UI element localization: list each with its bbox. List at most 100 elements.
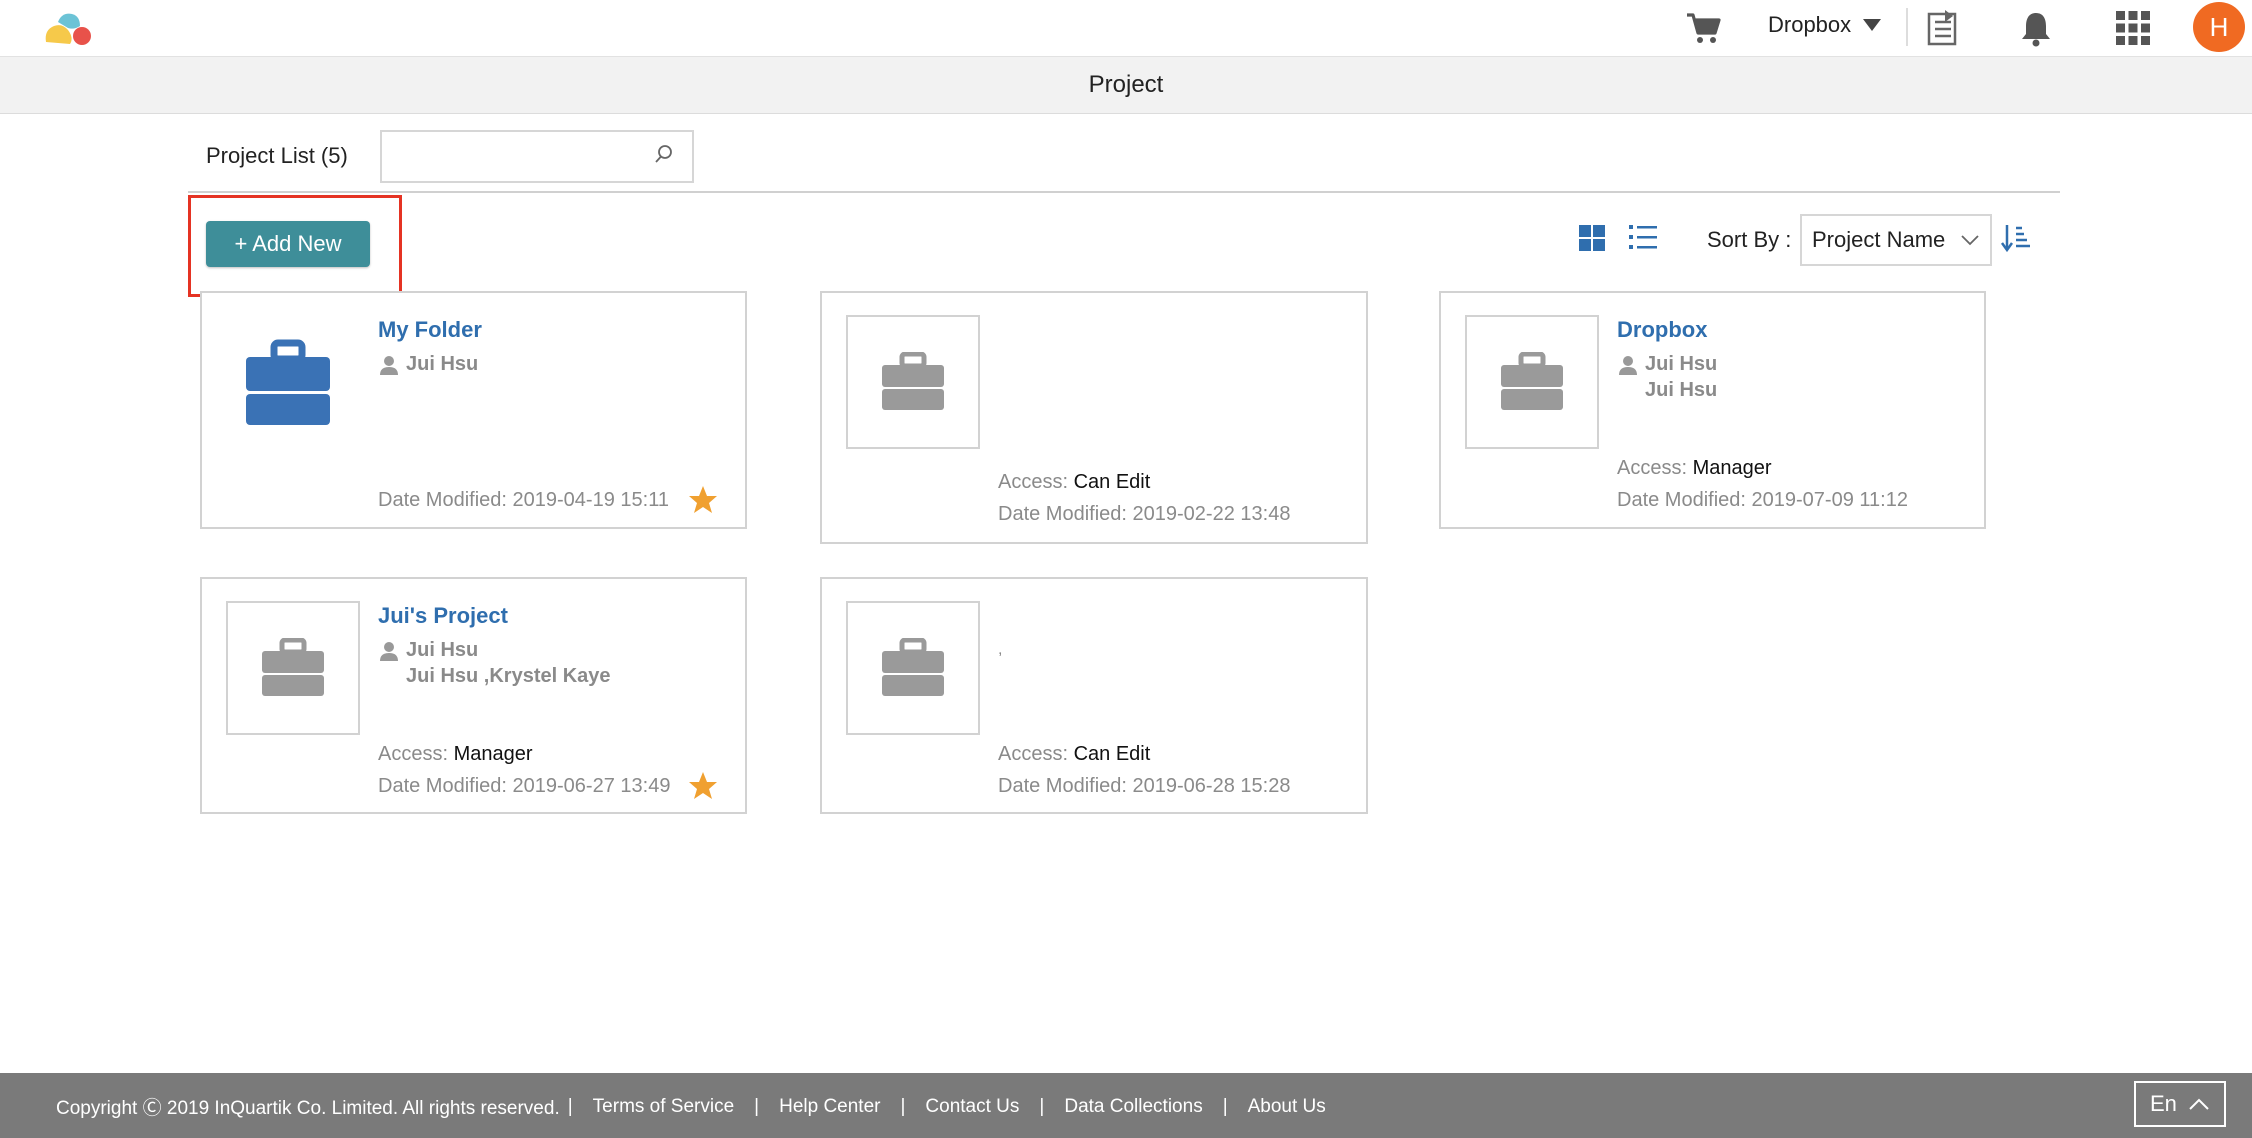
- user-icon: [380, 355, 398, 375]
- search-icon[interactable]: [652, 143, 676, 167]
- storage-selector[interactable]: Dropbox: [1768, 10, 1882, 40]
- project-title[interactable]: Dropbox: [1617, 317, 1707, 343]
- date-label: Date Modified:: [1617, 489, 1746, 511]
- footer-link-about[interactable]: About Us: [1248, 1096, 1326, 1118]
- cart-icon[interactable]: [1683, 8, 1723, 48]
- date-label: Date Modified:: [998, 503, 1127, 525]
- project-access: Access: Can Edit: [998, 743, 1150, 766]
- chevron-down-icon: [1961, 235, 1979, 246]
- annotation-highlight-box: [188, 195, 402, 297]
- project-thumbnail: [846, 601, 980, 735]
- sort-order-icon[interactable]: [2000, 222, 2032, 254]
- footer-link-data-collections[interactable]: Data Collections: [1064, 1096, 1202, 1118]
- storage-selector-label: Dropbox: [1768, 12, 1852, 37]
- footer-separator: |: [1039, 1095, 1045, 1117]
- project-members: Jui Hsu: [1645, 379, 1718, 401]
- access-value: Can Edit: [1073, 743, 1151, 765]
- owner-name: Jui Hsu: [1645, 353, 1718, 375]
- briefcase-icon: [1501, 352, 1563, 410]
- date-value: 2019-07-09 11:12: [1751, 489, 1908, 511]
- briefcase-icon: [882, 352, 944, 410]
- owner-name: Jui Hsu: [406, 639, 479, 661]
- footer: Copyright Ⓒ 2019 InQuartik Co. Limited. …: [0, 1073, 2252, 1138]
- project-title[interactable]: Jui's Project: [378, 603, 508, 629]
- access-label: Access:: [378, 743, 449, 765]
- apps-grid-icon[interactable]: [2113, 8, 2153, 48]
- project-access: Access: Manager: [1617, 457, 1772, 480]
- app-logo-icon[interactable]: [40, 8, 96, 48]
- user-avatar[interactable]: H: [2193, 2, 2245, 52]
- user-icon: [380, 641, 398, 661]
- caret-down-icon: [1863, 19, 1882, 31]
- briefcase-icon: [246, 339, 330, 425]
- briefcase-icon: [882, 638, 944, 696]
- date-value: 2019-04-19 15:11: [512, 489, 669, 511]
- language-value: En: [2150, 1091, 2177, 1116]
- project-title[interactable]: My Folder: [378, 317, 482, 343]
- footer-separator: |: [900, 1095, 906, 1117]
- sort-by-value: Project Name: [1812, 227, 1946, 252]
- top-bar: Dropbox H: [0, 0, 2252, 56]
- project-owner: Jui Hsu: [378, 353, 478, 376]
- footer-separator: |: [567, 1095, 573, 1117]
- date-modified: Date Modified: 2019-04-19 15:11: [378, 489, 669, 512]
- footer-separator: |: [1222, 1095, 1228, 1117]
- upload-list-icon[interactable]: [1925, 8, 1961, 48]
- project-access: Access: Manager: [378, 743, 533, 766]
- footer-links: Copyright Ⓒ 2019 InQuartik Co. Limited. …: [56, 1093, 1326, 1120]
- project-thumbnail: [846, 315, 980, 449]
- project-card[interactable]: Access: Can Edit Date Modified: 2019-02-…: [820, 291, 1368, 544]
- copyright-text: Copyright Ⓒ 2019 InQuartik Co. Limited. …: [56, 1098, 560, 1119]
- search-input[interactable]: [382, 132, 634, 181]
- project-card[interactable]: Jui's Project Jui Hsu Jui Hsu ,Krystel K…: [200, 577, 747, 814]
- footer-link-help[interactable]: Help Center: [779, 1096, 880, 1118]
- date-value: 2019-06-27 13:49: [512, 775, 671, 797]
- project-thumbnail: [1465, 315, 1599, 449]
- project-owner: Jui Hsu: [1617, 353, 1717, 376]
- chevron-up-icon: [2189, 1098, 2209, 1110]
- sort-by-select[interactable]: Project Name: [1800, 214, 1992, 266]
- access-value: Can Edit: [1073, 471, 1151, 493]
- grid-view-icon[interactable]: [1578, 224, 1606, 252]
- access-value: Manager: [1692, 457, 1772, 479]
- project-card[interactable]: Dropbox Jui Hsu Jui Hsu Access: Manager …: [1439, 291, 1986, 529]
- date-value: 2019-06-28 15:28: [1132, 775, 1291, 797]
- access-label: Access:: [1617, 457, 1688, 479]
- page-title-bar: Project: [0, 56, 2252, 114]
- owner-name: Jui Hsu: [406, 353, 479, 375]
- access-label: Access:: [998, 471, 1069, 493]
- list-view-icon[interactable]: [1628, 222, 1658, 252]
- project-access: Access: Can Edit: [998, 471, 1150, 494]
- access-value: Manager: [453, 743, 533, 765]
- project-list-count: Project List (5): [206, 143, 348, 168]
- project-card[interactable]: My Folder Jui Hsu Date Modified: 2019-04…: [200, 291, 747, 529]
- project-note: ,: [998, 641, 1003, 658]
- bell-icon[interactable]: [2018, 8, 2054, 48]
- date-modified: Date Modified: 2019-07-09 11:12: [1617, 489, 1908, 512]
- date-label: Date Modified:: [378, 775, 507, 797]
- user-icon: [1619, 355, 1637, 375]
- footer-link-contact[interactable]: Contact Us: [925, 1096, 1019, 1118]
- date-value: 2019-02-22 13:48: [1132, 503, 1291, 525]
- date-modified: Date Modified: 2019-02-22 13:48: [998, 503, 1290, 526]
- avatar-initial: H: [2209, 11, 2229, 42]
- date-label: Date Modified:: [998, 775, 1127, 797]
- briefcase-icon: [262, 638, 324, 696]
- project-owner: Jui Hsu: [378, 639, 478, 662]
- star-icon[interactable]: [688, 771, 718, 801]
- date-modified: Date Modified: 2019-06-27 13:49: [378, 775, 670, 798]
- footer-link-terms[interactable]: Terms of Service: [593, 1096, 734, 1118]
- project-thumbnail: [226, 601, 360, 735]
- footer-separator: |: [754, 1095, 760, 1117]
- language-selector[interactable]: En: [2134, 1081, 2226, 1127]
- page-title: Project: [1088, 71, 1164, 98]
- project-search: [380, 130, 694, 183]
- project-members: Jui Hsu ,Krystel Kaye: [406, 665, 611, 687]
- project-card[interactable]: , Access: Can Edit Date Modified: 2019-0…: [820, 577, 1368, 814]
- sort-by-label: Sort By :: [1707, 227, 1792, 252]
- divider: [1906, 8, 1908, 46]
- access-label: Access:: [998, 743, 1069, 765]
- star-icon[interactable]: [688, 485, 718, 515]
- header-divider: [188, 191, 2060, 193]
- date-label: Date Modified:: [378, 489, 507, 511]
